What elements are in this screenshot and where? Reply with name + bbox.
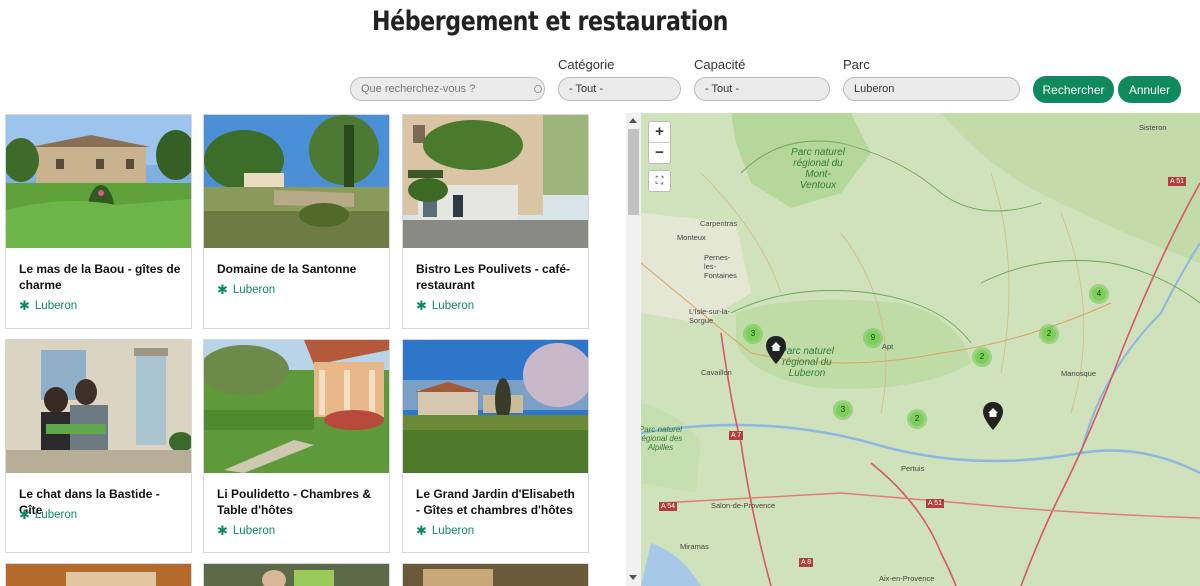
map-cluster[interactable]: 3: [743, 324, 763, 344]
park-icon: ✱: [416, 523, 427, 538]
map-background: [641, 113, 1200, 586]
listing-card[interactable]: Bistro Les Poulivets - café-restaurant ✱…: [402, 114, 589, 329]
listing-card[interactable]: Li Poulidetto - Chambres & Table d'hôtes…: [203, 339, 390, 553]
listing-card[interactable]: Le Grand Jardin d'Elisabeth - Gîtes et c…: [402, 339, 589, 553]
map-marker-icon[interactable]: [766, 336, 786, 364]
listing-name[interactable]: Li Poulidetto - Chambres & Table d'hôtes: [217, 487, 379, 518]
cancel-button[interactable]: Annuler: [1118, 76, 1181, 103]
scroll-thumb[interactable]: [628, 129, 639, 215]
park-icon: ✱: [416, 298, 427, 313]
road-a51-north: A 51: [1168, 177, 1187, 186]
category-select[interactable]: - Tout -: [558, 77, 681, 101]
park-tag-label: Luberon: [34, 299, 78, 312]
map-marker-icon[interactable]: [983, 402, 1003, 430]
place-isle: L'Isle-sur-la-Sorgue: [689, 307, 731, 325]
listing-name[interactable]: Bistro Les Poulivets - café-restaurant: [416, 262, 578, 293]
park-icon: ✱: [217, 282, 228, 297]
park-tag: ✱ Luberon: [19, 299, 77, 312]
listing-photo: [204, 340, 389, 473]
scroll-up-icon[interactable]: [629, 118, 637, 123]
road-a8: A 8: [799, 558, 814, 567]
park-icon: ✱: [217, 523, 228, 538]
place-sisteron: Sisteron: [1139, 123, 1167, 132]
place-manosque: Manosque: [1061, 369, 1097, 378]
park-tag: ✱ Luberon: [416, 299, 474, 312]
zoom-out-button[interactable]: −: [649, 143, 670, 163]
place-apt: Apt: [882, 342, 894, 351]
listing-photo: [6, 115, 191, 248]
page-title: Hébergement et restauration: [372, 6, 728, 37]
listing-card[interactable]: Le mas de la Baou - gîtes de charme ✱ Lub…: [5, 114, 192, 329]
map-cluster[interactable]: 3: [833, 400, 853, 420]
place-monteux: Monteux: [677, 233, 706, 242]
results-list: Le mas de la Baou - gîtes de charme ✱ Lub…: [0, 113, 641, 586]
park-tag-label: Luberon: [232, 283, 276, 296]
scroll-down-icon[interactable]: [629, 575, 637, 580]
park-tag-label: Luberon: [431, 299, 475, 312]
park-tag: ✱ Luberon: [217, 283, 275, 296]
road-a7: A 7: [729, 431, 744, 440]
place-carpentras: Carpentras: [700, 219, 738, 228]
park-icon: ✱: [19, 507, 30, 522]
capacity-label: Capacité: [694, 57, 746, 72]
capacity-select[interactable]: - Tout -: [694, 77, 830, 101]
listing-card[interactable]: [203, 563, 390, 586]
park-icon: ✱: [19, 298, 30, 313]
category-label: Catégorie: [558, 57, 615, 72]
listing-photo: [204, 115, 389, 248]
listing-name[interactable]: Le mas de la Baou - gîtes de charme: [19, 262, 181, 293]
search-input[interactable]: Que recherchez-vous ?: [350, 77, 545, 101]
map-cluster[interactable]: 2: [907, 409, 927, 429]
place-pernes: Pernes-les-Fontaines: [704, 253, 737, 280]
zoom-control: + −: [648, 121, 671, 164]
search-button[interactable]: Rechercher: [1033, 76, 1114, 103]
park-tag: ✱ Luberon: [416, 524, 474, 537]
listing-photo: [403, 340, 588, 473]
fullscreen-icon[interactable]: ⛶: [648, 170, 671, 192]
listing-photo: [6, 340, 191, 473]
results-scrollbar[interactable]: [626, 113, 641, 586]
park-tag: ✱ Luberon: [19, 508, 77, 521]
map-cluster[interactable]: 2: [1039, 324, 1059, 344]
park-label: Parc: [843, 57, 870, 72]
listing-photo: [6, 564, 191, 586]
park-tag-label: Luberon: [431, 524, 475, 537]
place-pertuis: Pertuis: [901, 464, 925, 473]
road-a54: A 54: [659, 502, 678, 511]
listing-photo: [403, 564, 588, 586]
listing-photo: [403, 115, 588, 248]
search-icon: [534, 85, 542, 93]
place-cavaillon: Cavaillon: [701, 368, 732, 377]
park-tag-label: Luberon: [232, 524, 276, 537]
listing-card[interactable]: Le chat dans la Bastide - Gîte ✱ Luberon: [5, 339, 192, 553]
road-a51-south: A 51: [926, 499, 945, 508]
listing-card[interactable]: [402, 563, 589, 586]
place-miramas: Miramas: [680, 542, 709, 551]
park-tag: ✱ Luberon: [217, 524, 275, 537]
map-cluster[interactable]: 2: [972, 347, 992, 367]
place-aix: Aix-en-Provence: [879, 574, 935, 583]
listing-card[interactable]: Domaine de la Santonne ✱ Luberon: [203, 114, 390, 329]
map-cluster[interactable]: 9: [863, 328, 883, 348]
map[interactable]: + − ⛶ Parc naturel régional du Mont-Vent…: [641, 113, 1200, 586]
zoom-in-button[interactable]: +: [649, 122, 670, 143]
place-salon: Salon-de-Provence: [711, 501, 776, 510]
park-label-ventoux: Parc naturel régional du Mont-Ventoux: [791, 147, 845, 191]
park-tag-label: Luberon: [34, 508, 78, 521]
listing-card[interactable]: [5, 563, 192, 586]
listing-photo: [204, 564, 389, 586]
park-select[interactable]: Luberon: [843, 77, 1020, 101]
park-label-alpilles: Parc naturel régional des Alpilles: [641, 425, 683, 452]
listing-name[interactable]: Le Grand Jardin d'Elisabeth - Gîtes et c…: [416, 487, 578, 518]
listing-name[interactable]: Domaine de la Santonne: [217, 262, 379, 278]
map-cluster[interactable]: 4: [1089, 284, 1109, 304]
